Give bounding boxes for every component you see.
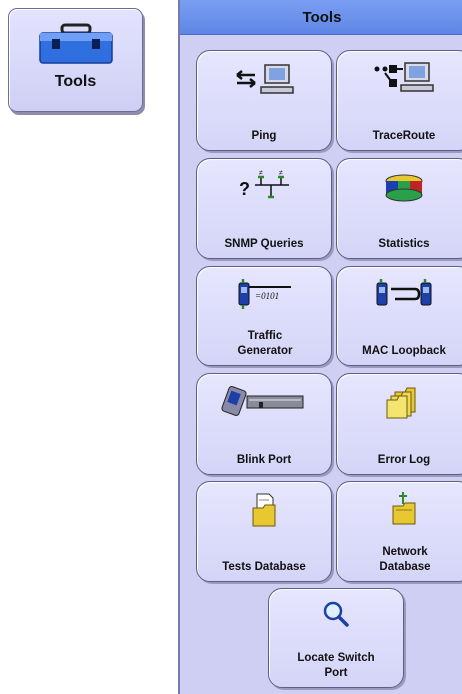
snmp-queries-label: SNMP Queries (224, 238, 304, 250)
blink-port-icon (197, 382, 331, 424)
svg-text:≠: ≠ (259, 170, 263, 177)
svg-text:=0101: =0101 (255, 291, 279, 301)
mac-loopback-icon (337, 275, 462, 317)
statistics-icon (337, 167, 462, 209)
locate-switch-port-label: Locate Switch Port (297, 652, 375, 679)
tests-database-label: Tests Database (222, 561, 306, 573)
locate-switch-port-button[interactable]: Locate Switch Port (268, 588, 404, 688)
tools-launcher-label: Tools (54, 73, 97, 90)
traceroute-button[interactable]: TraceRoute (336, 50, 462, 151)
traceroute-icon (337, 59, 462, 101)
ping-icon (197, 59, 331, 101)
mac-loopback-label: MAC Loopback (362, 345, 446, 357)
snmp-queries-button[interactable]: ? ≠ ≠ SNMP Queries (196, 158, 332, 259)
toolbox-icon (34, 23, 118, 67)
svg-text:≠: ≠ (279, 170, 283, 177)
ping-label: Ping (251, 130, 277, 142)
blink-port-label: Blink Port (236, 454, 292, 466)
snmp-queries-icon: ? ≠ ≠ (197, 167, 331, 209)
mac-loopback-button[interactable]: MAC Loopback (336, 266, 462, 366)
tests-database-icon (197, 490, 331, 532)
tools-panel: Tools Ping TraceRoute ? ≠ ≠ SNMP Queries… (178, 0, 462, 694)
error-log-icon (337, 382, 462, 424)
blink-port-button[interactable]: Blink Port (196, 373, 332, 475)
error-log-button[interactable]: Error Log (336, 373, 462, 475)
tools-launcher-button[interactable]: Tools (8, 8, 143, 112)
statistics-button[interactable]: Statistics (336, 158, 462, 259)
locate-switch-port-icon (269, 597, 403, 639)
traceroute-label: TraceRoute (372, 130, 436, 142)
ping-button[interactable]: Ping (196, 50, 332, 151)
traffic-generator-icon: =0101 (197, 275, 331, 317)
svg-text:?: ? (239, 179, 250, 199)
network-database-icon (337, 490, 462, 532)
statistics-label: Statistics (378, 238, 430, 250)
network-database-button[interactable]: Network Database (336, 481, 462, 582)
network-database-label: Network Database (379, 546, 431, 573)
traffic-generator-label: Traffic Generator (237, 330, 293, 357)
traffic-generator-button[interactable]: =0101 Traffic Generator (196, 266, 332, 366)
error-log-label: Error Log (377, 454, 431, 466)
tests-database-button[interactable]: Tests Database (196, 481, 332, 582)
panel-title: Tools (180, 0, 462, 35)
